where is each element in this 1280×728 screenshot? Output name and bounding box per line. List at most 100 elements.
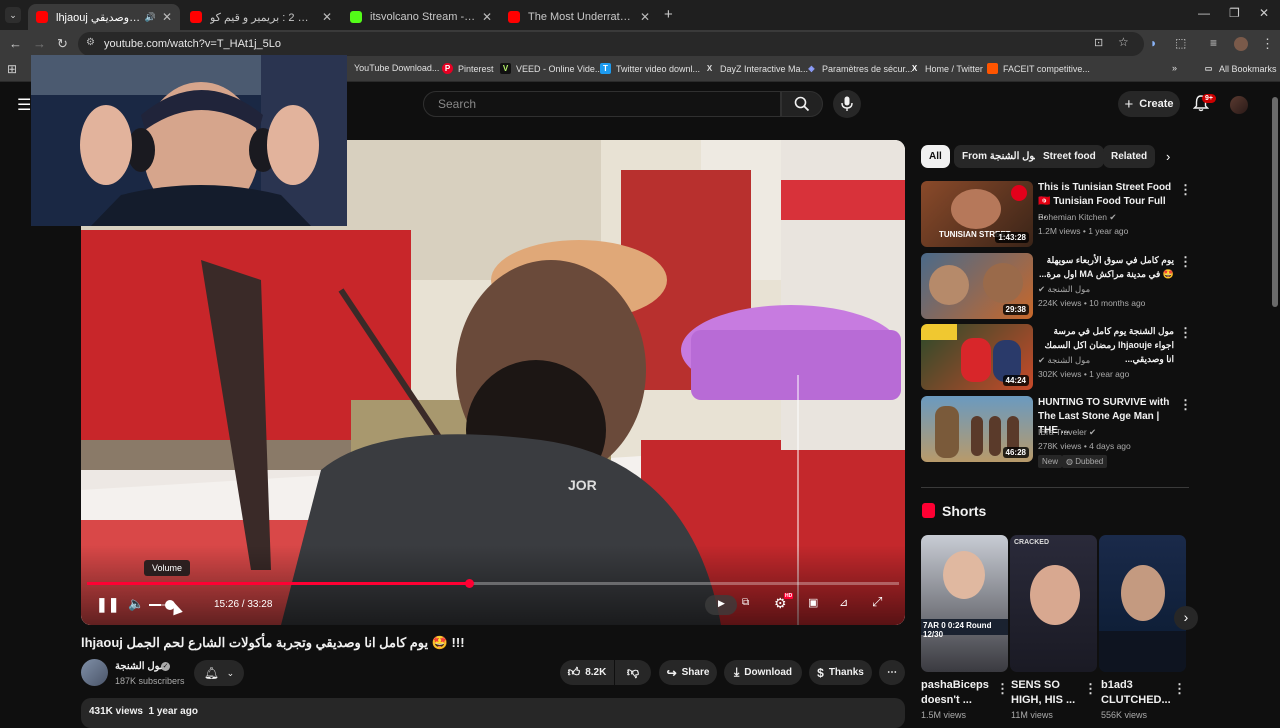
more-actions-button[interactable]: ⋯ [879,660,905,685]
search-input[interactable]: Search [423,91,781,117]
recommendation-thumbnail[interactable]: 44:24 [921,324,1033,390]
short-title[interactable]: pashaBiceps doesn't ... [921,678,991,708]
forward-icon[interactable]: → [33,36,46,51]
page-scrollbar[interactable] [1272,97,1278,307]
minimize-icon[interactable]: — [1198,6,1210,20]
scrubber-handle[interactable] [464,579,474,588]
short-thumbnail[interactable] [1099,535,1186,672]
tab-0[interactable]: lhjaouj يوم كامل انا وصديقي 🔊 ✕ [28,4,180,30]
bookmark-item[interactable]: T Twitter video downl... [600,63,700,74]
bookmark-item[interactable]: V VEED - Online Vide... [500,63,602,74]
tunisia-flag-icon [1011,185,1027,201]
channel-name: مول الشنجة [1047,355,1091,365]
subscribed-button[interactable]: 🔔︎ ⌄ [194,660,244,686]
chip-related[interactable]: Related [1103,145,1156,168]
more-options-icon[interactable]: ⋮ [1173,681,1186,697]
recommendation-thumbnail[interactable]: TUNISIAN STREET 1:43:28 [921,181,1033,247]
recommendation-channel[interactable]: Bohemian Kitchen ✔ [1038,212,1117,223]
tab-title: كاونتر سترايك 2 : بريمير و قيم كو [210,11,316,24]
extensions-puzzle-icon[interactable]: ⬚ [1175,36,1186,50]
recommendation-channel[interactable]: ✔ مول الشنجة [1038,355,1090,366]
address-bar[interactable]: ⚙ youtube.com/watch?v=T_HAt1j_5Lo ⊡ ☆ [78,32,1144,56]
recommendation-channel[interactable]: ✔ مول الشنجة [1038,284,1090,295]
account-avatar[interactable] [1230,96,1248,114]
close-tab-icon[interactable]: ✕ [316,10,332,24]
extension-icon[interactable]: ◗ [1150,36,1157,50]
volume-icon[interactable]: 🔈 [128,596,144,612]
bookmark-item[interactable]: X Home / Twitter [909,63,983,74]
audio-icon[interactable]: 🔊 [145,12,156,23]
shorts-next-button[interactable]: › [1174,606,1198,630]
site-info-icon[interactable]: ⚙ [86,37,95,48]
bookmark-item[interactable]: FACEIT competitive... [987,63,1090,74]
download-button[interactable]: ⤓ Download [724,660,802,685]
channel-name[interactable]: مول الشنجة [115,661,165,672]
chevron-right-icon[interactable]: › [1166,149,1170,164]
chip-all[interactable]: All [921,145,950,168]
short-thumbnail[interactable]: CRACKED [1010,535,1097,672]
close-window-icon[interactable]: ✕ [1259,6,1269,20]
pause-icon[interactable]: ❚❚ [96,596,119,613]
browser-menu-icon[interactable]: ⋮ [1261,36,1274,52]
channel-avatar[interactable] [81,659,108,686]
description-box[interactable]: 431K views 1 year ago [81,698,905,728]
close-tab-icon[interactable]: ✕ [156,10,172,24]
thanks-button[interactable]: $ Thanks [809,660,872,685]
share-button[interactable]: ↪ Share [659,660,717,685]
create-button[interactable]: + Create [1118,91,1180,117]
short-title[interactable]: SENS SO HIGH, HIS ... [1011,678,1081,708]
bookmark-item[interactable]: ◈ Paramètres de sécur... [806,63,912,74]
recommendation-thumbnail[interactable]: 29:38 [921,253,1033,319]
progress-bar[interactable] [87,579,899,588]
reload-icon[interactable]: ↻ [57,36,68,52]
tab-search-icon[interactable]: ⌄ [5,7,21,23]
more-options-icon[interactable]: ⋮ [996,681,1009,697]
dislike-button[interactable]: 👎︎ [615,660,651,685]
media-control-icon[interactable]: ≡ [1210,36,1217,50]
fullscreen-icon[interactable]: ⤢ [872,594,882,610]
bookmark-star-icon[interactable]: ☆ [1118,35,1129,49]
recommendation-title[interactable]: يوم كامل في سوق الأربعاء سويهلة 🤩 في مدي… [1038,253,1174,281]
dubbed-label: Dubbed [1075,457,1104,466]
verified-icon: ✔ [1038,284,1046,294]
close-tab-icon[interactable]: ✕ [476,10,492,24]
chip-from-channel[interactable]: From مول الشنجة [954,145,1048,168]
recommendation-channel[interactable]: IBra Traveler ✔ [1038,427,1096,438]
more-options-icon[interactable]: ⋮ [1179,397,1192,413]
security-settings-icon: ◈ [808,64,815,73]
more-options-icon[interactable]: ⋮ [1179,254,1192,270]
apps-grid-icon[interactable]: ⊞ [7,62,17,76]
thumbnail-figure [961,338,991,382]
search-button[interactable] [781,91,823,117]
close-tab-icon[interactable]: ✕ [634,10,650,24]
more-options-icon[interactable]: ⋮ [1179,325,1192,341]
short-title[interactable]: b1ad3 CLUTCHED... [1101,678,1171,708]
more-options-icon[interactable]: ⋮ [1179,182,1192,198]
short-thumbnail[interactable]: 7AR 0 0:24 Round 12/30 [921,535,1008,672]
tab-2[interactable]: itsvolcano Stream - Watch Live ✕ [342,4,500,30]
tab-1[interactable]: كاونتر سترايك 2 : بريمير و قيم كو ✕ [182,4,340,30]
hamburger-menu-icon[interactable]: ☰ [17,95,31,115]
captions-icon[interactable]: ⧉ [742,597,749,608]
folder-icon: ▭ [1204,64,1213,73]
install-app-icon[interactable]: ⊡ [1094,36,1103,49]
all-bookmarks[interactable]: ▭ All Bookmarks [1203,63,1277,74]
bookmark-item[interactable]: X DayZ Interactive Ma... [704,63,808,74]
maximize-icon[interactable]: ❐ [1229,6,1240,20]
tab-3[interactable]: The Most Underrated Food in t ✕ [500,4,658,30]
recommendation-thumbnail[interactable]: 46:28 [921,396,1033,462]
profile-avatar[interactable] [1234,37,1248,51]
bookmark-label: Home / Twitter [925,63,983,74]
bookmarks-overflow-icon[interactable]: » [1172,63,1177,73]
chip-street-food[interactable]: Street food [1035,145,1104,168]
back-icon[interactable]: ← [9,36,22,51]
cast-icon[interactable]: ⊿ [839,596,848,609]
voice-search-button[interactable] [833,90,861,118]
new-tab-button[interactable]: + [664,6,673,23]
bookmark-item[interactable]: YouTube Download... [354,63,439,73]
miniplayer-icon[interactable]: ▣ [808,596,818,609]
more-options-icon[interactable]: ⋮ [1084,681,1097,697]
bookmark-item[interactable]: P Pinterest [442,63,494,74]
autoplay-toggle[interactable]: ▶ [705,595,737,615]
like-button[interactable]: 👍︎ 8.2K [560,660,614,685]
